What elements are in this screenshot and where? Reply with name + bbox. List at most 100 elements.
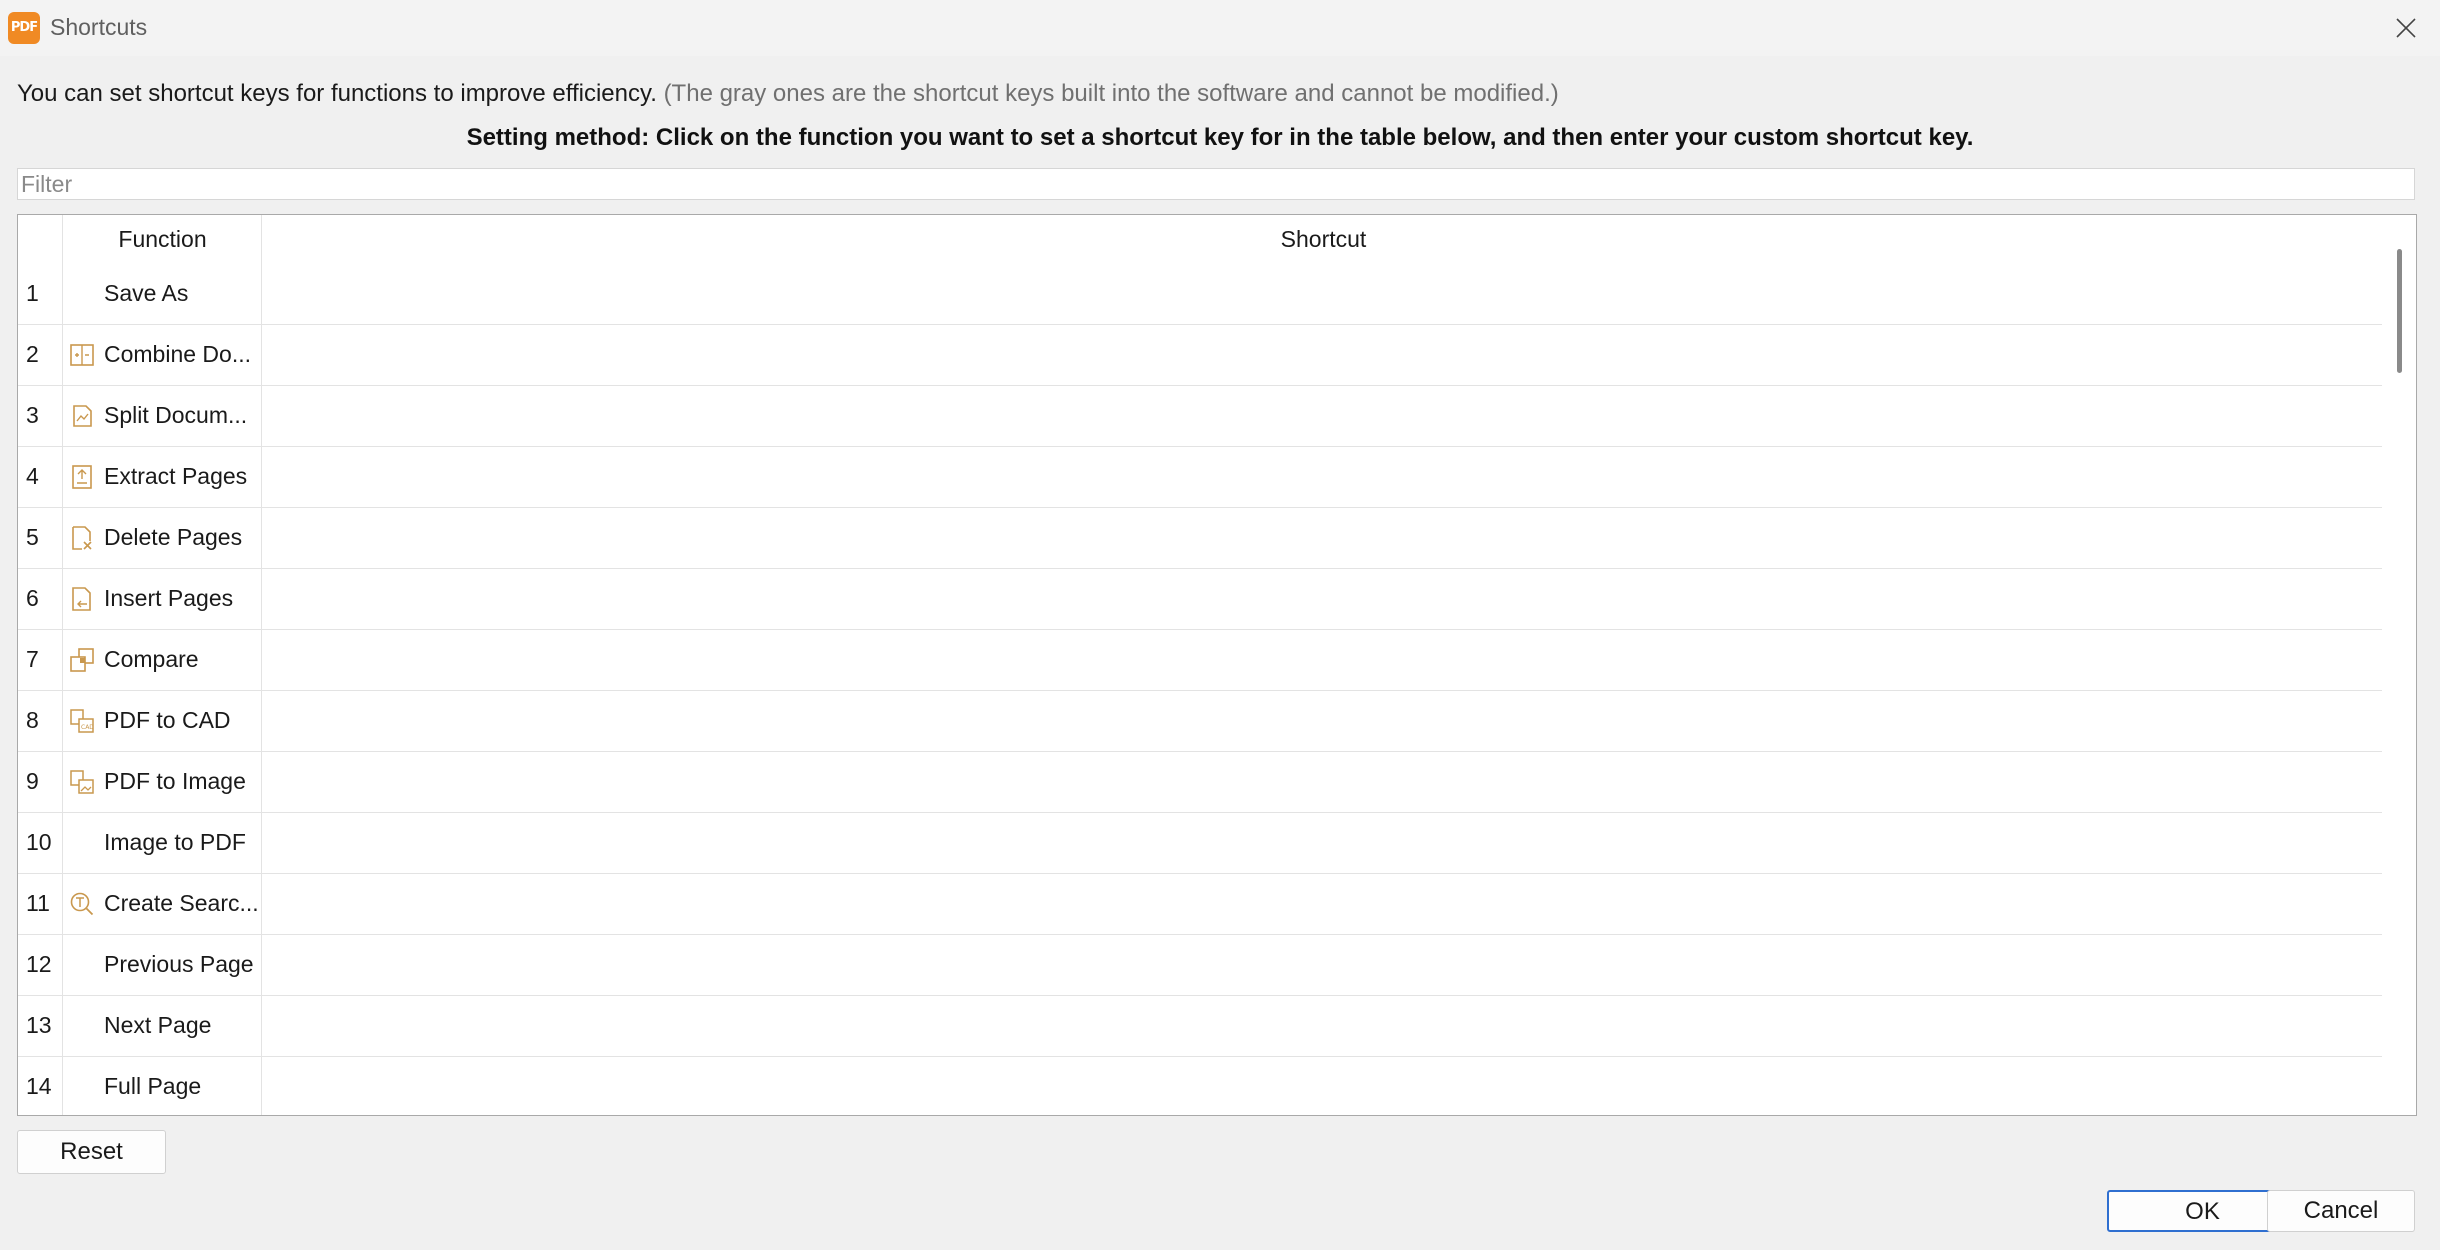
function-label: Full Page xyxy=(104,1073,202,1099)
intro-text: You can set shortcut keys for functions … xyxy=(17,80,1559,108)
shortcut-cell[interactable] xyxy=(261,263,2384,324)
row-number: 4 xyxy=(26,463,39,489)
function-label: Image to PDF xyxy=(104,829,246,855)
table-row[interactable]: 2 Combine Do... xyxy=(18,324,2384,386)
compare-icon xyxy=(69,647,95,673)
split-icon xyxy=(69,403,95,429)
table-header: Function Shortcut xyxy=(18,215,2384,263)
shortcut-cell[interactable] xyxy=(261,751,2384,812)
function-cell[interactable]: Compare xyxy=(62,629,261,690)
table-row[interactable]: 8 CAD PDF to CAD xyxy=(18,690,2384,752)
row-number: 1 xyxy=(26,280,39,306)
function-cell[interactable]: Split Docum... xyxy=(62,385,261,446)
function-cell[interactable]: Next Page xyxy=(62,995,261,1056)
function-cell[interactable]: CAD PDF to CAD xyxy=(62,690,261,751)
window-title: Shortcuts xyxy=(50,14,148,40)
vertical-scrollbar[interactable] xyxy=(2382,215,2416,1115)
shortcut-cell[interactable] xyxy=(261,324,2384,385)
table-row[interactable]: 7 Compare xyxy=(18,629,2384,691)
app-logo-icon: PDF xyxy=(8,12,40,44)
function-label: PDF to Image xyxy=(104,768,246,794)
table-row[interactable]: 3 Split Docum... xyxy=(18,385,2384,447)
table-row[interactable]: 5 Delete Pages xyxy=(18,507,2384,569)
row-number: 12 xyxy=(26,951,52,977)
function-label: Delete Pages xyxy=(104,524,243,550)
shortcuts-table: Function Shortcut 1 Save As 2 Combine Do...… xyxy=(17,214,2417,1116)
table-row[interactable]: 1 Save As xyxy=(18,263,2384,325)
function-cell[interactable]: Full Page xyxy=(62,1056,261,1115)
row-number: 5 xyxy=(26,524,39,550)
function-label: Split Docum... xyxy=(104,402,248,428)
row-number: 10 xyxy=(26,829,52,855)
close-button[interactable] xyxy=(2382,4,2430,52)
table-row[interactable]: 12 Previous Page xyxy=(18,934,2384,996)
function-label: Create Searc... xyxy=(104,890,259,916)
function-label: PDF to CAD xyxy=(104,707,231,733)
function-cell[interactable]: Save As xyxy=(62,263,261,324)
shortcut-cell[interactable] xyxy=(261,446,2384,507)
function-label: Insert Pages xyxy=(104,585,234,611)
shortcut-cell[interactable] xyxy=(261,812,2384,873)
table-row[interactable]: 11 Create Searc... xyxy=(18,873,2384,935)
table-row[interactable]: 9 PDF to Image xyxy=(18,751,2384,813)
function-cell[interactable]: Extract Pages xyxy=(62,446,261,507)
header-function[interactable]: Function xyxy=(62,215,262,263)
shortcut-cell[interactable] xyxy=(261,873,2384,934)
function-cell[interactable]: Combine Do... xyxy=(62,324,261,385)
function-cell[interactable]: Create Searc... xyxy=(62,873,261,934)
function-label: Combine Do... xyxy=(104,341,252,367)
scrollbar-thumb[interactable] xyxy=(2397,249,2402,373)
table-row[interactable]: 10 Image to PDF xyxy=(18,812,2384,874)
intro-description: You can set shortcut keys for functions … xyxy=(17,80,657,107)
shortcut-cell[interactable] xyxy=(261,690,2384,751)
row-number: 3 xyxy=(26,402,39,428)
row-number: 11 xyxy=(26,890,50,916)
extract-icon xyxy=(69,464,95,490)
table-row[interactable]: 4 Extract Pages xyxy=(18,446,2384,508)
setting-method-text: Setting method: Click on the function yo… xyxy=(466,124,1974,151)
function-label: Extract Pages xyxy=(104,463,248,489)
function-cell[interactable]: Previous Page xyxy=(62,934,261,995)
shortcut-cell[interactable] xyxy=(261,507,2384,568)
table-row[interactable]: 13 Next Page xyxy=(18,995,2384,1057)
shortcut-cell[interactable] xyxy=(261,629,2384,690)
function-cell[interactable]: Delete Pages xyxy=(62,507,261,568)
function-cell[interactable]: Image to PDF xyxy=(62,812,261,873)
title-bar: PDF Shortcuts xyxy=(0,0,2440,56)
function-label: Previous Page xyxy=(104,951,254,977)
table-row[interactable]: 6 Insert Pages xyxy=(18,568,2384,630)
row-number: 8 xyxy=(26,707,39,733)
row-number: 2 xyxy=(26,341,39,367)
shortcut-cell[interactable] xyxy=(261,934,2384,995)
shortcut-cell[interactable] xyxy=(261,385,2384,446)
filter-input[interactable] xyxy=(17,168,2415,200)
insert-pages-icon xyxy=(69,586,95,612)
row-number: 13 xyxy=(26,1012,52,1038)
pdf-to-image-icon xyxy=(69,769,95,795)
cancel-button[interactable]: Cancel xyxy=(2267,1190,2415,1232)
table-row[interactable]: 14 Full Page xyxy=(18,1056,2384,1115)
close-icon xyxy=(2396,18,2416,38)
delete-pages-icon xyxy=(69,525,95,551)
row-number: 7 xyxy=(26,646,39,672)
row-number: 6 xyxy=(26,585,39,611)
function-cell[interactable]: PDF to Image xyxy=(62,751,261,812)
row-number: 14 xyxy=(26,1073,52,1099)
function-label: Compare xyxy=(104,646,199,672)
pdf-to-cad-icon: CAD xyxy=(69,708,95,734)
svg-text:CAD: CAD xyxy=(81,724,94,731)
reset-button[interactable]: Reset xyxy=(17,1130,166,1174)
ocr-search-icon xyxy=(69,891,95,917)
header-shortcut[interactable]: Shortcut xyxy=(261,215,2385,263)
function-label: Save As xyxy=(104,280,189,306)
header-corner xyxy=(18,215,62,263)
combine-icon xyxy=(69,342,95,368)
function-cell[interactable]: Insert Pages xyxy=(62,568,261,629)
shortcuts-dialog: PDF Shortcuts You can set shortcut keys … xyxy=(0,0,2440,1250)
shortcut-cell[interactable] xyxy=(261,995,2384,1056)
shortcut-cell[interactable] xyxy=(261,1056,2384,1115)
intro-note: (The gray ones are the shortcut keys bui… xyxy=(663,80,1559,107)
row-number: 9 xyxy=(26,768,39,794)
shortcut-cell[interactable] xyxy=(261,568,2384,629)
function-label: Next Page xyxy=(104,1012,212,1038)
